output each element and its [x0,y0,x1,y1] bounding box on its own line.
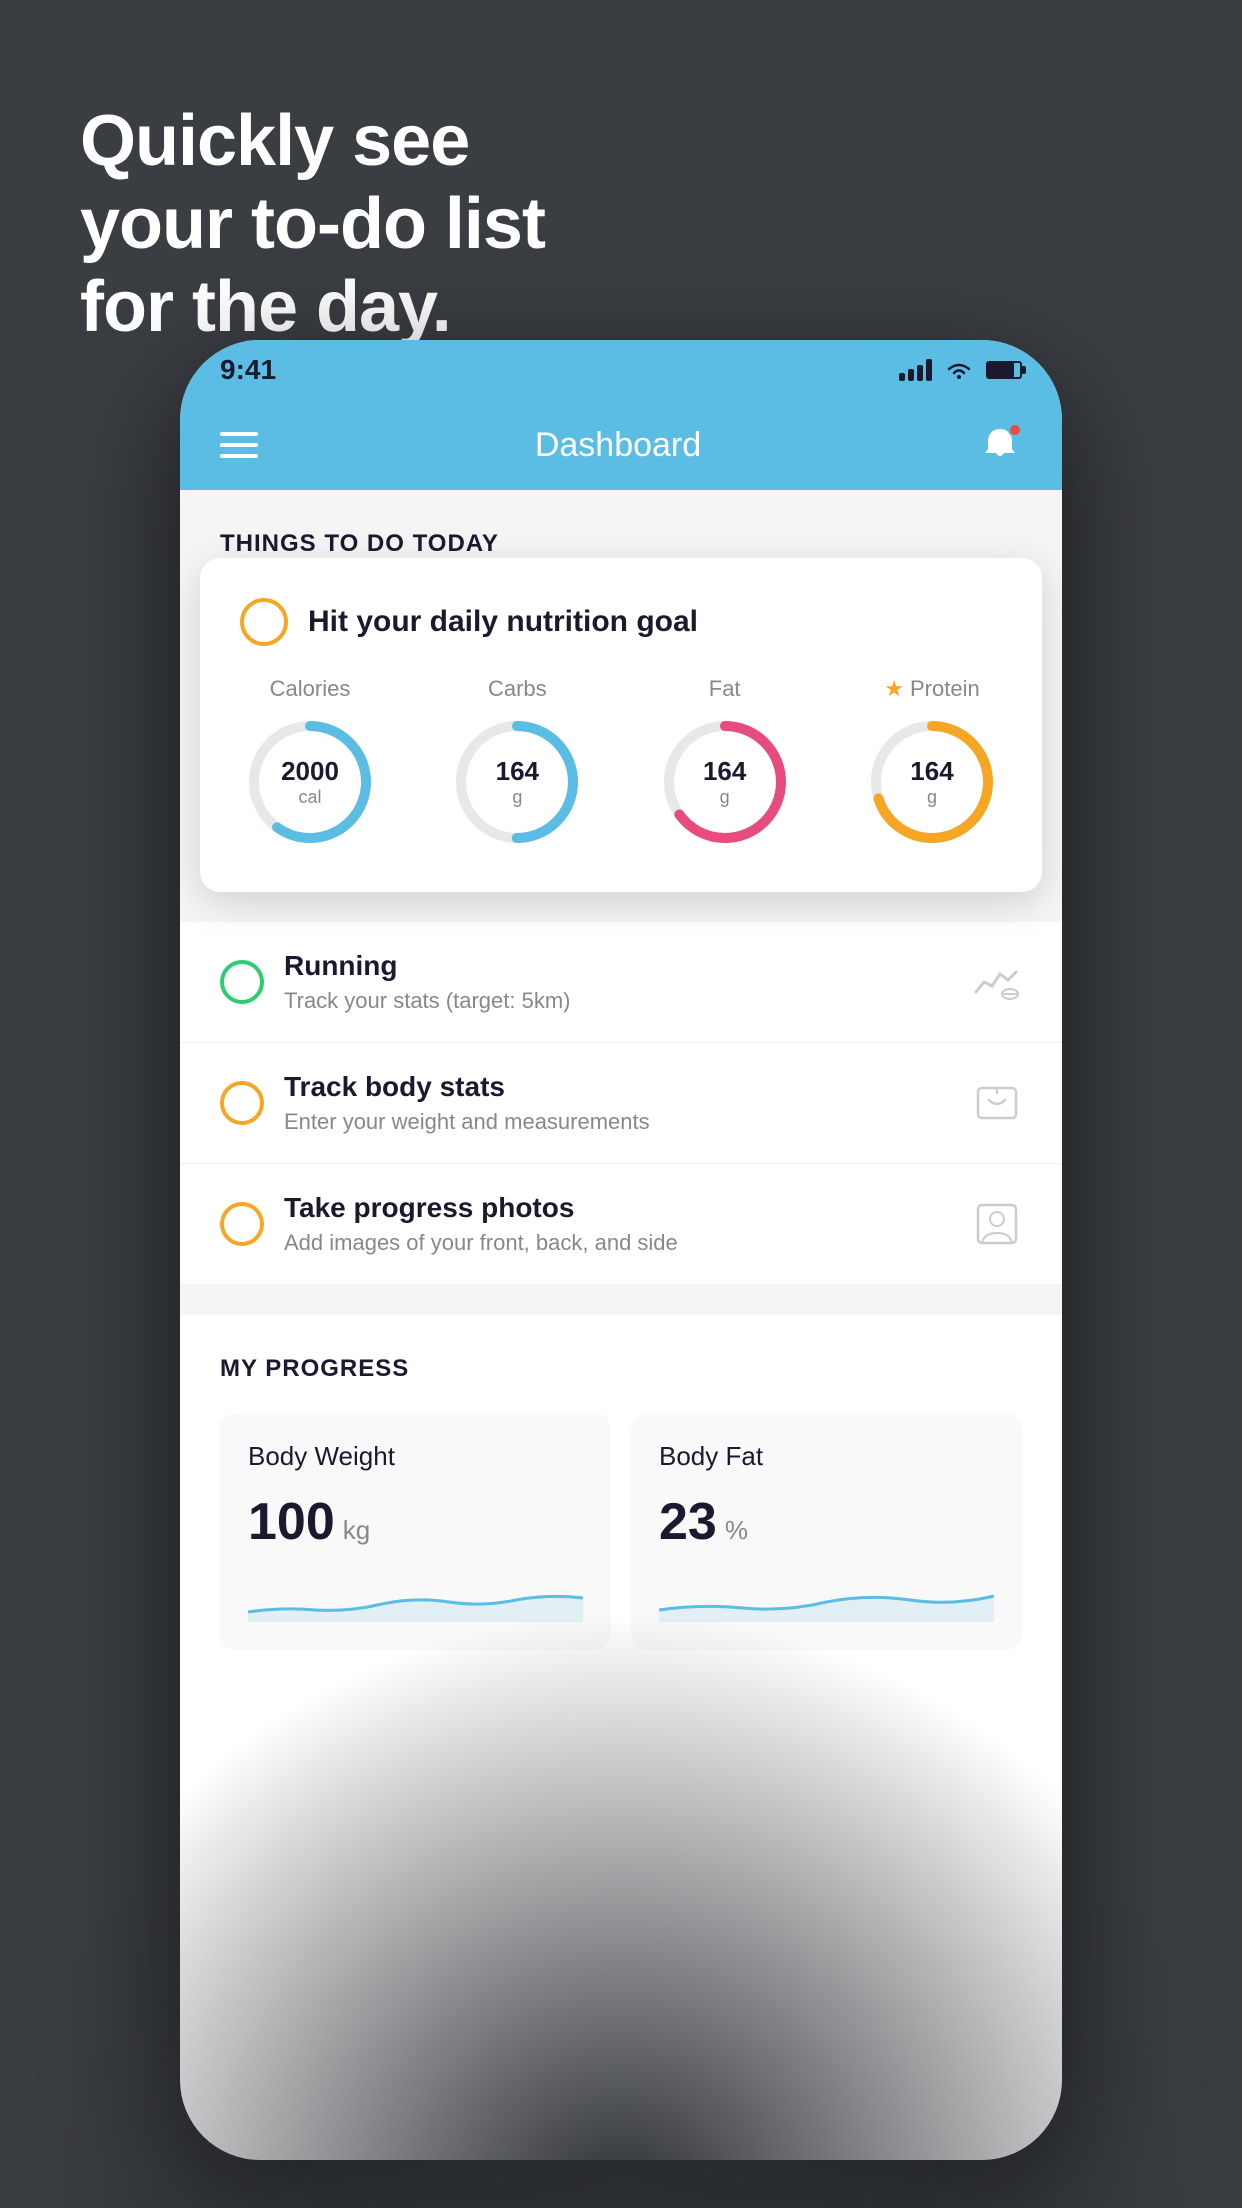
body-fat-card-title: Body Fat [659,1441,994,1472]
body-weight-unit: kg [343,1515,370,1546]
running-subtitle: Track your stats (target: 5km) [284,988,952,1014]
fat-label: Fat [709,676,741,702]
nutrition-card: Hit your daily nutrition goal Calories 2… [200,558,1042,892]
status-icons [899,359,1022,381]
todo-list: Running Track your stats (target: 5km) T… [180,922,1062,1285]
body-weight-chart [248,1572,583,1622]
carbs-label: Carbs [488,676,547,702]
fat-circle: 164 g [655,712,795,852]
progress-title: MY PROGRESS [220,1355,1022,1383]
menu-button[interactable] [220,432,258,458]
nutrition-protein: ★ Protein 164 g [862,676,1002,852]
calories-circle: 2000 cal [240,712,380,852]
battery-icon [986,361,1022,379]
progress-cards: Body Weight 100 kg Body Fat [220,1413,1022,1650]
body-fat-chart [659,1572,994,1622]
body-weight-card-title: Body Weight [248,1441,583,1472]
headline-line2: your to-do list [80,184,545,264]
protein-circle: 164 g [862,712,1002,852]
running-title: Running [284,950,952,982]
running-icon [972,957,1022,1007]
scale-icon [972,1078,1022,1128]
body-fat-card: Body Fat 23 % [631,1413,1022,1650]
things-to-do-title: THINGS TO DO TODAY [180,530,1062,558]
signal-icon [899,359,932,381]
carbs-value: 164 [496,756,539,787]
running-text: Running Track your stats (target: 5km) [284,950,952,1014]
protein-star-icon: ★ [884,676,904,702]
app-title: Dashboard [535,426,701,465]
body-fat-value: 23 % [659,1492,994,1552]
body-weight-number: 100 [248,1492,335,1552]
nutrition-card-header: Hit your daily nutrition goal [240,598,1002,646]
body-stats-text: Track body stats Enter your weight and m… [284,1071,952,1135]
body-stats-subtitle: Enter your weight and measurements [284,1109,952,1135]
body-weight-card: Body Weight 100 kg [220,1413,611,1650]
todo-item-photos[interactable]: Take progress photos Add images of your … [180,1164,1062,1285]
phone-frame: 9:41 Dashboard [180,340,1062,2160]
photos-text: Take progress photos Add images of your … [284,1192,952,1256]
notification-badge [1008,423,1022,437]
protein-value: 164 [910,756,953,787]
todo-item-body-stats[interactable]: Track body stats Enter your weight and m… [180,1043,1062,1164]
carbs-circle: 164 g [447,712,587,852]
nutrition-fat: Fat 164 g [655,676,795,852]
photos-title: Take progress photos [284,1192,952,1224]
calories-label: Calories [270,676,351,702]
body-fat-unit: % [725,1515,748,1546]
todo-item-running[interactable]: Running Track your stats (target: 5km) [180,922,1062,1043]
photos-subtitle: Add images of your front, back, and side [284,1230,952,1256]
content-area: THINGS TO DO TODAY Hit your daily nutrit… [180,490,1062,1650]
headline: Quickly see your to-do list for the day. [80,100,545,348]
body-weight-value: 100 kg [248,1492,583,1552]
status-bar: 9:41 [180,340,1062,400]
fat-value: 164 [703,756,746,787]
headline-line3: for the day. [80,267,451,347]
progress-section: MY PROGRESS Body Weight 100 kg [180,1315,1062,1650]
calories-value: 2000 [281,756,339,787]
protein-label: Protein [910,676,980,702]
photos-checkbox[interactable] [220,1202,264,1246]
app-header: Dashboard [180,400,1062,490]
status-time: 9:41 [220,354,276,386]
notification-button[interactable] [978,423,1022,467]
nutrition-card-title: Hit your daily nutrition goal [308,605,698,639]
nutrition-calories: Calories 2000 cal [240,676,380,852]
wifi-icon [944,359,974,381]
body-fat-number: 23 [659,1492,717,1552]
body-stats-checkbox[interactable] [220,1081,264,1125]
nutrition-carbs: Carbs 164 g [447,676,587,852]
body-stats-title: Track body stats [284,1071,952,1103]
running-checkbox[interactable] [220,960,264,1004]
person-icon [972,1199,1022,1249]
headline-line1: Quickly see [80,101,469,181]
nutrition-checkbox[interactable] [240,598,288,646]
nutrition-grid: Calories 2000 cal Carbs [240,676,1002,852]
